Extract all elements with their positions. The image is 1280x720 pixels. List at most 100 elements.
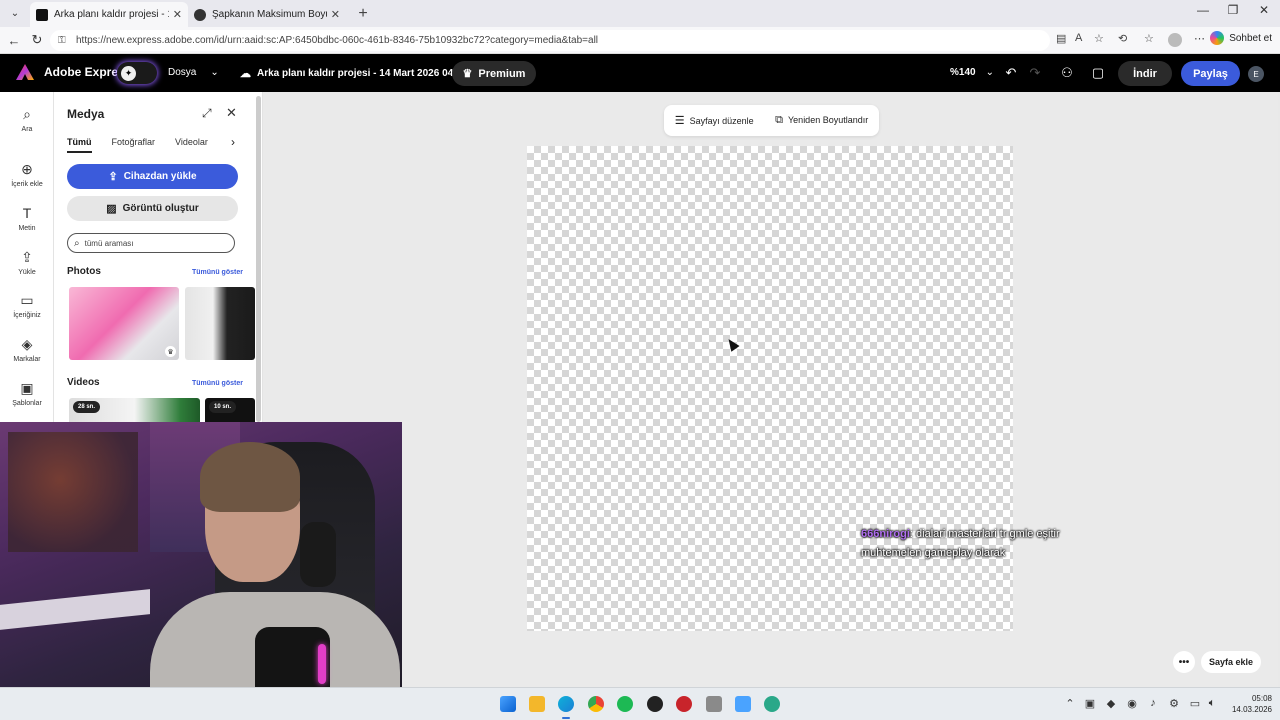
invite-people-icon[interactable]: ⚇ [1058,65,1076,81]
resize-button[interactable]: ⧉ Yeniden Boyutlandır [775,114,868,127]
rail-item-text[interactable]: T Metin [0,205,54,232]
adobe-app-icon[interactable] [676,696,692,712]
tab-videos[interactable]: Videolar [175,137,208,153]
restore-icon[interactable]: ❐ [1218,3,1248,17]
tab-all[interactable]: Tümü [67,137,92,153]
expand-icon[interactable]: ⤢ [202,106,212,121]
tray-app-icon[interactable]: ⚙ [1167,697,1181,710]
folder-icon: ▭ [20,292,34,308]
chat-label: Sohbet et [1229,32,1272,44]
rail-item-templates[interactable]: ▣ Şablonlar [0,380,54,407]
tab-close-icon[interactable]: ✕ [173,8,182,21]
address-bar: ← ↻ ⚿ https://new.express.adobe.com/id/u… [0,27,1280,54]
generate-image-button[interactable]: ▨ Görüntü oluştur [67,196,238,221]
app-icon[interactable] [706,696,722,712]
browser-tab-active[interactable]: Arka planı kaldır projesi - 14 Mart ✕ [30,2,188,27]
upload-from-device-button[interactable]: ⇪ Cihazdan yükle [67,164,238,189]
app-icon[interactable] [764,696,780,712]
tray-app-icon[interactable]: ▣ [1083,697,1097,710]
tab-title: Şapkanın Maksimum Boyutu Karel [212,9,327,20]
user-avatar[interactable]: E [1248,66,1264,82]
video-thumbnail[interactable]: 28 sn. [69,398,200,422]
video-thumbnail[interactable]: 10 sn. [205,398,255,422]
chevron-right-icon[interactable]: › [231,135,235,149]
tab-photos[interactable]: Fotoğraflar [112,137,156,153]
search-value: tümü araması [84,238,134,248]
wall-poster [8,432,138,552]
zoom-dropdown[interactable]: %140 ⌄ [950,67,994,78]
start-windows-icon[interactable] [500,696,516,712]
back-arrow-icon[interactable]: ← [2,33,26,48]
steam-icon[interactable]: ◉ [1125,697,1139,710]
crown-icon: ♛ [462,68,473,80]
rail-item-search[interactable]: ⌕ Ara [0,106,54,133]
file-explorer-icon[interactable] [529,696,545,712]
translate-icon[interactable]: A [1075,32,1082,44]
minimize-icon[interactable]: — [1188,3,1218,17]
tray-chevron-icon[interactable]: ⌃ [1063,697,1077,710]
adobe-express-brand[interactable]: Adobe Express [16,64,131,80]
share-button[interactable]: Paylaş [1181,61,1240,86]
refresh-icon[interactable]: ↻ [25,32,49,48]
close-icon[interactable]: ✕ [226,105,237,121]
project-title[interactable]: ☁ Arka planı kaldır projesi - 14 Mart 20… [240,67,470,80]
redo-icon[interactable]: ↷ [1026,65,1044,81]
profile-avatar[interactable] [1168,33,1182,47]
browser-tab[interactable]: Şapkanın Maksimum Boyutu Karel ✕ [188,2,346,27]
tab-menu-chevron-icon[interactable]: ⌄ [4,2,26,24]
download-button[interactable]: İndir [1118,61,1172,86]
url-field[interactable]: ⚿ https://new.express.adobe.com/id/urn:a… [50,30,1050,51]
add-page-button[interactable]: Sayfa ekle [1201,651,1261,673]
edit-page-button[interactable]: ☰ Sayfayı düzenle [675,114,754,127]
generate-label: Görüntü oluştur [122,203,199,214]
undo-icon[interactable]: ↶ [1002,65,1020,81]
rail-item-your-content[interactable]: ▭ İçeriğiniz [0,292,54,319]
spotify-icon[interactable] [617,696,633,712]
photo-thumbnail[interactable]: ♛ [69,287,179,360]
tray-app-icon[interactable]: ◆ [1104,697,1118,710]
favorite-star-icon[interactable]: ☆ [1094,32,1104,45]
system-clock[interactable]: 05:08 14.03.2026 [1228,693,1272,715]
tab-close-icon[interactable]: ✕ [331,8,340,21]
project-title-text: Arka planı kaldır projesi - 14 Mart 2026… [257,68,470,79]
ai-assistant-toggle[interactable]: ✦ [117,62,157,84]
chrome-icon[interactable] [588,696,604,712]
file-menu-label: Dosya [168,67,197,78]
rail-item-upload[interactable]: ⇪ Yükle [0,249,54,276]
generate-image-icon: ▨ [106,203,117,215]
microphone-light [318,644,326,684]
search-input[interactable]: ⌕ tümü araması [67,233,235,253]
rail-label: Ara [21,126,33,133]
edge-browser-icon[interactable] [558,696,574,712]
network-icon[interactable]: ▭ [1188,697,1202,710]
photo-thumbnail[interactable] [185,287,255,360]
videos-show-all-link[interactable]: Tümünü göster [192,380,243,387]
comment-icon[interactable]: ▢ [1089,65,1107,81]
extensions-icon[interactable]: ⟲ [1118,32,1127,45]
media-tabs: Tümü Fotoğraflar Videolar [67,137,228,153]
microphone-tray-icon[interactable]: ♪ [1146,697,1160,709]
rail-label: Yükle [18,269,36,276]
cloud-icon: ☁ [240,68,251,80]
volume-icon[interactable]: 🔈︎ [1205,697,1219,710]
read-mode-icon[interactable]: ▤ [1056,32,1066,45]
url-text: https://new.express.adobe.com/id/urn:aai… [76,35,599,46]
rail-item-add-content[interactable]: ⊕ İçerik ekle [0,161,54,188]
more-dots-icon[interactable]: ⋯ [1194,32,1205,45]
panel-scrollbar[interactable] [256,96,261,422]
file-menu[interactable]: Dosya ⌄ [168,67,219,78]
more-options-button[interactable]: ••• [1173,651,1195,673]
add-content-icon: ⊕ [21,161,33,177]
window-close-icon[interactable]: ✕ [1249,3,1279,17]
new-tab-plus-icon[interactable]: + [352,3,374,25]
chevron-down-icon: ⌄ [210,67,219,78]
photos-heading: Photos [67,266,101,277]
copilot-chat-button[interactable]: Sohbet et [1210,31,1272,45]
videos-heading: Videos [67,377,100,388]
rail-item-brands[interactable]: ◈ Markalar [0,336,54,363]
premium-button[interactable]: ♛ Premium [452,61,536,86]
chatgpt-app-icon[interactable] [647,696,663,712]
photos-show-all-link[interactable]: Tümünü göster [192,269,243,276]
notepad-icon[interactable] [735,696,751,712]
favorites-icon[interactable]: ☆ [1144,32,1154,45]
